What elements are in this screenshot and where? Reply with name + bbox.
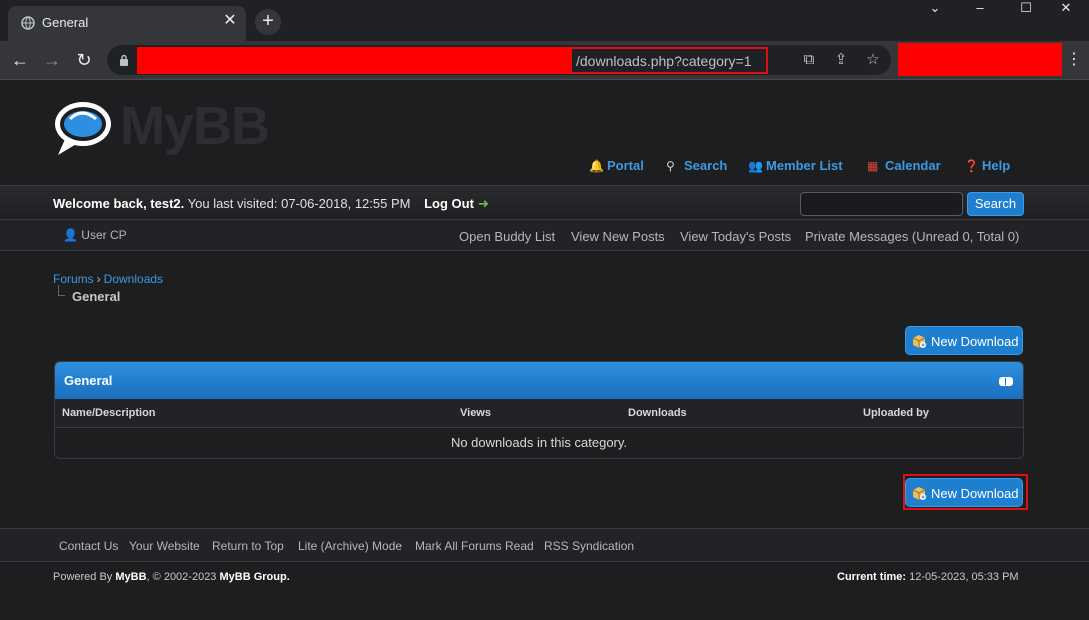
new-tab-button[interactable]: + — [255, 9, 281, 35]
back-arrow-icon[interactable]: ← — [8, 49, 32, 71]
buddy-list-link[interactable]: Open Buddy List — [459, 229, 555, 244]
translate-icon[interactable]: ⧉ — [800, 51, 818, 69]
magnifier-icon: ⚲ — [666, 159, 675, 173]
package-icon — [912, 335, 926, 348]
nav-calendar-label: Calendar — [885, 158, 941, 173]
collapse-icon[interactable] — [999, 377, 1013, 386]
footer-mark-read[interactable]: Mark All Forums Read — [415, 539, 534, 553]
breadcrumb: Forums › Downloads — [53, 272, 163, 286]
browser-toolbar: ← → ↻ /downloads.php?category=1 ⧉ ⇪ ☆ ⋮ — [0, 41, 1089, 80]
column-uploaded-by: Uploaded by — [863, 407, 930, 419]
welcome-bar: Welcome back, test2. You last visited: 0… — [0, 185, 1089, 220]
url-text: /downloads.php?category=1 — [576, 53, 752, 69]
breadcrumb-forums[interactable]: Forums — [53, 272, 94, 286]
nav-search-label: Search — [684, 158, 728, 173]
footer-return-to-top[interactable]: Return to Top — [212, 539, 284, 553]
share-icon[interactable]: ⇪ — [832, 51, 850, 69]
reload-icon[interactable]: ↻ — [72, 49, 96, 71]
welcome-text: Welcome back, test2. You last visited: 0… — [53, 196, 489, 212]
usercp-icon: 👤 — [63, 228, 78, 242]
logout-arrow-icon: ➜ — [477, 196, 489, 211]
address-bar[interactable]: /downloads.php?category=1 ⧉ ⇪ ☆ — [107, 45, 891, 75]
new-download-label-top: New Download — [931, 334, 1019, 349]
lock-icon — [120, 54, 128, 66]
footer-your-website[interactable]: Your Website — [129, 539, 200, 553]
column-views: Views — [460, 407, 491, 419]
current-time: Current time: 12-05-2023, 05:33 PM — [837, 571, 1019, 583]
nav-member-list-label: Member List — [766, 158, 843, 173]
globe-icon — [21, 16, 35, 30]
mybb-logo[interactable]: MyBB — [52, 96, 292, 161]
last-visited: You last visited: 07-06-2018, 12:55 PM — [184, 196, 411, 211]
welcome-user: Welcome back, test2. — [53, 196, 185, 211]
table-title: General — [64, 373, 113, 388]
new-download-button-bottom[interactable]: New Download — [905, 478, 1023, 507]
current-time-label: Current time: — [837, 571, 907, 583]
nav-portal[interactable]: 🔔 Portal — [589, 158, 644, 176]
nav-search[interactable]: ⚲ Search — [666, 158, 727, 176]
page-content: MyBB 🔔 Portal ⚲ Search 👥 Member List ▦ Calen… — [0, 81, 1089, 620]
nav-calendar[interactable]: ▦ Calendar — [867, 158, 941, 176]
mybb-group-link[interactable]: MyBB Group. — [220, 571, 290, 583]
package-icon — [912, 487, 926, 500]
copyright: Powered By MyBB, © 2002-2023 MyBB Group. — [53, 571, 290, 583]
bell-icon: 🔔 — [589, 159, 604, 173]
members-icon: 👥 — [748, 159, 763, 173]
column-downloads: Downloads — [628, 407, 687, 419]
footer-rss[interactable]: RSS Syndication — [544, 539, 634, 553]
column-name-description: Name/Description — [62, 407, 156, 419]
forward-arrow-icon[interactable]: → — [40, 49, 64, 71]
quick-search-input[interactable] — [800, 192, 963, 216]
footer-links: Contact Us Your Website Return to Top Li… — [0, 528, 1089, 562]
quick-search-button[interactable]: Search — [967, 192, 1024, 216]
new-posts-link[interactable]: View New Posts — [571, 229, 665, 244]
logout-label: Log Out — [424, 196, 474, 211]
speech-bubble-logo-icon — [55, 102, 111, 155]
redacted-url — [137, 47, 571, 74]
usercp-label: User CP — [81, 228, 127, 242]
table-header: General — [55, 362, 1023, 399]
current-time-value: 12-05-2023, 05:33 PM — [909, 571, 1019, 583]
footer-lite-mode[interactable]: Lite (Archive) Mode — [298, 539, 402, 553]
footer-contact-us[interactable]: Contact Us — [59, 539, 118, 553]
calendar-icon: ▦ — [867, 159, 879, 173]
copyright-years: , © 2002-2023 — [146, 571, 217, 583]
breadcrumb-current: General — [58, 285, 121, 304]
new-download-label-bottom: New Download — [931, 486, 1019, 501]
breadcrumb-downloads[interactable]: Downloads — [104, 272, 163, 286]
private-messages-link[interactable]: Private Messages (Unread 0, Total 0) — [805, 229, 1019, 244]
logo-text: MyBB — [120, 96, 270, 156]
powered-by-label: Powered By — [53, 571, 113, 583]
minimize-button[interactable]: – — [957, 0, 1003, 16]
table-columns: Name/Description Views Downloads Uploade… — [55, 399, 1023, 428]
nav-member-list[interactable]: 👥 Member List — [748, 158, 843, 176]
browser-tab[interactable]: General ✕ — [8, 6, 246, 41]
nav-help[interactable]: ❓ Help — [964, 158, 1010, 176]
bookmark-star-icon[interactable]: ☆ — [864, 51, 882, 69]
forum-header: MyBB 🔔 Portal ⚲ Search 👥 Member List ▦ Calen… — [0, 81, 1089, 185]
tab-title: General — [42, 15, 89, 30]
breadcrumb-current-label: General — [72, 289, 121, 304]
nav-help-label: Help — [982, 158, 1011, 173]
todays-posts-link[interactable]: View Today's Posts — [680, 229, 791, 244]
browser-tabstrip: General ✕ + ⌄ – ☐ ✕ — [0, 0, 1089, 41]
breadcrumb-separator: › — [96, 272, 101, 286]
url-highlight: /downloads.php?category=1 — [570, 47, 768, 74]
new-download-button-top[interactable]: New Download — [905, 326, 1023, 355]
close-window-button[interactable]: ✕ — [1043, 0, 1089, 16]
menu-kebab-icon[interactable]: ⋮ — [1066, 50, 1082, 70]
close-tab-icon[interactable]: ✕ — [220, 11, 240, 31]
redacted-profile — [898, 43, 1062, 76]
chevron-down-icon[interactable]: ⌄ — [912, 0, 958, 16]
usercp-link[interactable]: 👤 User CP — [63, 228, 127, 242]
empty-message: No downloads in this category. — [450, 435, 628, 450]
nav-portal-label: Portal — [607, 158, 644, 173]
help-icon: ❓ — [964, 159, 979, 173]
downloads-table: General Name/Description Views Downloads… — [54, 361, 1024, 459]
user-bar: 👤 User CP Open Buddy List View New Posts… — [0, 220, 1089, 251]
logout-link[interactable]: Log Out ➜ — [424, 196, 489, 211]
mybb-link[interactable]: MyBB — [115, 571, 146, 583]
